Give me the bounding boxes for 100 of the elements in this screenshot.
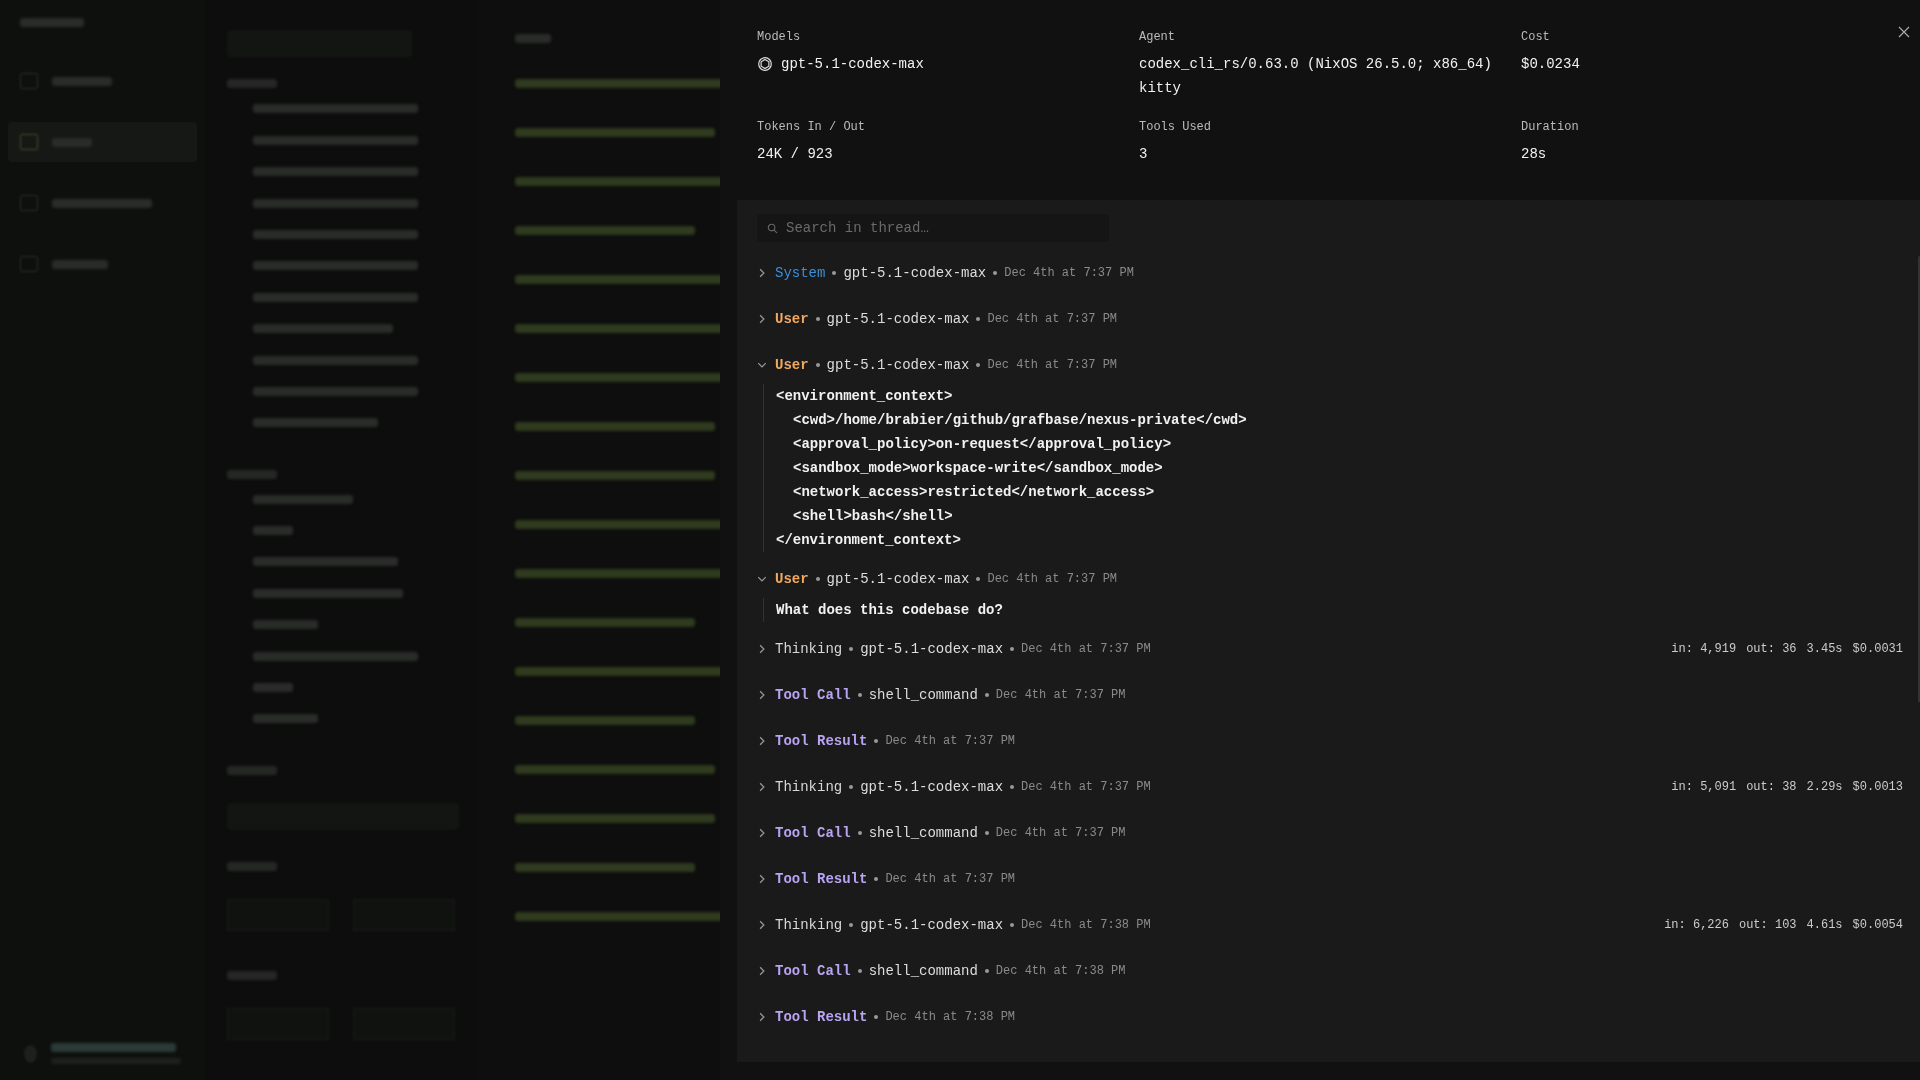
message-source: gpt-5.1-codex-max	[826, 311, 970, 327]
message-time: Dec 4th at 7:37 PM	[1021, 642, 1151, 656]
message-line: <environment_context>	[776, 387, 954, 406]
message-time: Dec 4th at 7:37 PM	[987, 312, 1118, 326]
message-role: Tool Result	[775, 733, 868, 749]
message-time: Dec 4th at 7:37 PM	[885, 872, 1016, 886]
separator-dot	[857, 693, 862, 697]
message-stat: in: 4,919	[1671, 642, 1737, 656]
separator-dot	[1010, 785, 1015, 789]
message-stat: 2.29s	[1806, 780, 1843, 794]
separator-dot	[1010, 647, 1015, 651]
message-source: gpt-5.1-codex-max	[860, 779, 1004, 795]
separator-dot	[976, 317, 981, 321]
message-line: <network_access>restricted</network_access>	[792, 483, 1156, 502]
detail-value: 28s	[1521, 146, 1547, 162]
detail-value: 3	[1139, 146, 1148, 162]
message-role: User	[775, 311, 809, 327]
message-stat: in: 6,226	[1664, 918, 1729, 932]
chevron-right-icon[interactable]	[757, 782, 767, 792]
message-role: Thinking	[775, 641, 843, 657]
message-time: Dec 4th at 7:37 PM	[1004, 266, 1134, 280]
chevron-right-icon[interactable]	[757, 920, 767, 930]
separator-dot	[984, 693, 989, 697]
search-icon	[767, 223, 778, 234]
message-line: </environment_context>	[776, 531, 962, 550]
message-line: <approval_policy>on-request</approval_policy>	[792, 435, 1173, 454]
message-role: Thinking	[775, 917, 843, 933]
separator-dot	[849, 923, 854, 927]
chevron-down-icon[interactable]	[757, 574, 767, 584]
separator-dot	[976, 363, 981, 367]
message-time: Dec 4th at 7:37 PM	[995, 688, 1126, 702]
detail-value: codex_cli_rs/0.63.0 (NixOS 26.5.0; x86_64)	[1139, 56, 1492, 72]
message-line: <cwd>/home/brabier/github/grafbase/nexus-private</cwd>	[792, 411, 1248, 430]
message-stat: $0.0054	[1852, 918, 1903, 932]
message-time: Dec 4th at 7:37 PM	[1021, 780, 1151, 794]
knot-icon	[757, 56, 773, 72]
message-stat: $0.0013	[1852, 780, 1903, 794]
message-source: gpt-5.1-codex-max	[860, 917, 1004, 933]
separator-dot	[984, 831, 989, 835]
message-stat: $0.0031	[1852, 642, 1903, 656]
separator-dot	[1010, 923, 1015, 927]
detail-value: 24K / 923	[757, 146, 833, 162]
message-time: Dec 4th at 7:37 PM	[995, 826, 1126, 840]
detail-label: Tokens In / Out	[757, 120, 867, 134]
message-stat: out: 38	[1746, 780, 1797, 794]
message-time: Dec 4th at 7:38 PM	[1021, 918, 1151, 932]
separator-dot	[832, 271, 837, 275]
message-stat: out: 103	[1738, 918, 1797, 932]
message-stat: 3.45s	[1806, 642, 1843, 656]
message-source: gpt-5.1-codex-max	[826, 571, 970, 587]
chevron-right-icon[interactable]	[757, 690, 767, 700]
chevron-right-icon[interactable]	[757, 874, 767, 884]
separator-dot	[993, 271, 998, 275]
message-time: Dec 4th at 7:37 PM	[987, 358, 1118, 372]
separator-dot	[857, 831, 862, 835]
message-stat: out: 36	[1746, 642, 1797, 656]
message-source: gpt-5.1-codex-max	[826, 357, 970, 373]
chevron-right-icon[interactable]	[757, 644, 767, 654]
message-time: Dec 4th at 7:37 PM	[885, 734, 1016, 748]
message-time: Dec 4th at 7:37 PM	[987, 572, 1118, 586]
message-time: Dec 4th at 7:38 PM	[995, 964, 1126, 978]
detail-label: Tools Used	[1139, 120, 1212, 134]
message-source: shell_command	[868, 963, 978, 979]
separator-dot	[815, 317, 820, 321]
message-time: Dec 4th at 7:38 PM	[885, 1010, 1016, 1024]
chevron-down-icon[interactable]	[757, 360, 767, 370]
message-role: Tool Call	[775, 963, 851, 979]
message-role: Tool Result	[775, 1009, 868, 1025]
message-role: Tool Result	[775, 871, 868, 887]
separator-dot	[815, 577, 820, 581]
message-role: System	[775, 265, 826, 281]
message-source: shell_command	[868, 825, 978, 841]
close-icon[interactable]	[1898, 26, 1910, 38]
detail-value: kitty	[1139, 80, 1181, 96]
message-source: gpt-5.1-codex-max	[860, 641, 1004, 657]
separator-dot	[874, 739, 879, 743]
message-source: gpt-5.1-codex-max	[843, 265, 987, 281]
message-role: User	[775, 571, 809, 587]
message-source: shell_command	[868, 687, 978, 703]
chevron-right-icon[interactable]	[757, 1012, 767, 1022]
message-role: Tool Call	[775, 825, 851, 841]
message-line: What does this codebase do?	[776, 601, 1004, 620]
chevron-right-icon[interactable]	[757, 966, 767, 976]
detail-label: Models	[757, 30, 802, 44]
separator-dot	[849, 647, 854, 651]
chevron-right-icon[interactable]	[757, 268, 767, 278]
message-line: <shell>bash</shell>	[792, 507, 954, 526]
message-line: <sandbox_mode>workspace-write</sandbox_mode>	[792, 459, 1164, 478]
chevron-right-icon[interactable]	[757, 314, 767, 324]
chevron-right-icon[interactable]	[757, 828, 767, 838]
separator-dot	[849, 785, 854, 789]
chevron-right-icon[interactable]	[757, 736, 767, 746]
separator-dot	[976, 577, 981, 581]
search-field[interactable]: Search in thread…	[757, 214, 1109, 242]
message-role: Tool Call	[775, 687, 851, 703]
message-role: Thinking	[775, 779, 843, 795]
message-role: User	[775, 357, 809, 373]
message-stat: in: 5,091	[1671, 780, 1737, 794]
separator-dot	[815, 363, 820, 367]
detail-label: Cost	[1521, 30, 1551, 44]
